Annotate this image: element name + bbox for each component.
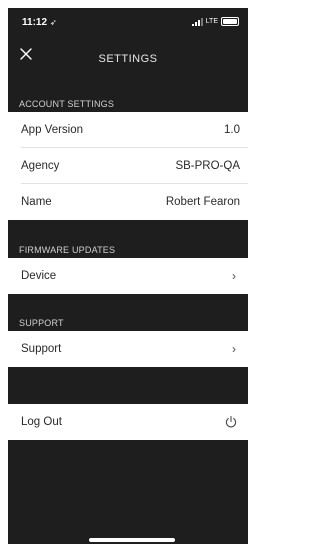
battery-icon [221, 17, 239, 26]
section-header-account-settings: ACCOUNT SETTINGS [19, 99, 115, 109]
settings-screen: 11:12 ➶ LTE SETTINGS ACCOUNT SETTINGS App… [8, 8, 248, 544]
row-label: Device [21, 270, 57, 282]
row-app-version: App Version 1.0 [8, 112, 248, 148]
section-header-firmware-updates: FIRMWARE UPDATES [19, 245, 116, 255]
row-agency: Agency SB-PRO-QA [8, 148, 248, 184]
logout-label: Log Out [21, 416, 62, 428]
row-label: Name [21, 196, 52, 208]
status-time: 11:12 ➶ [22, 17, 57, 28]
signal-icon [191, 17, 203, 26]
row-label: App Version [21, 124, 84, 136]
chevron-right-icon: › [232, 269, 236, 283]
chevron-right-icon: › [232, 342, 236, 356]
logout-button[interactable]: Log Out [8, 404, 248, 440]
status-indicators: LTE [191, 17, 239, 26]
status-time-text: 11:12 [22, 17, 48, 28]
status-bar: 11:12 ➶ LTE [8, 8, 248, 36]
location-icon: ➶ [50, 18, 57, 27]
row-name: Name Robert Fearon [8, 184, 248, 220]
section-header-support: SUPPORT [19, 318, 64, 328]
nav-bar: SETTINGS [8, 38, 248, 72]
page-title: SETTINGS [98, 53, 158, 65]
row-label: Support [21, 343, 62, 355]
row-device[interactable]: Device › [8, 258, 248, 294]
power-icon [225, 415, 237, 428]
home-indicator[interactable] [89, 538, 175, 542]
network-type: LTE [205, 18, 218, 25]
agency-value: SB-PRO-QA [175, 160, 240, 172]
name-value: Robert Fearon [165, 196, 240, 208]
app-version-value: 1.0 [224, 124, 240, 136]
row-label: Agency [21, 160, 60, 172]
row-support[interactable]: Support › [8, 331, 248, 367]
